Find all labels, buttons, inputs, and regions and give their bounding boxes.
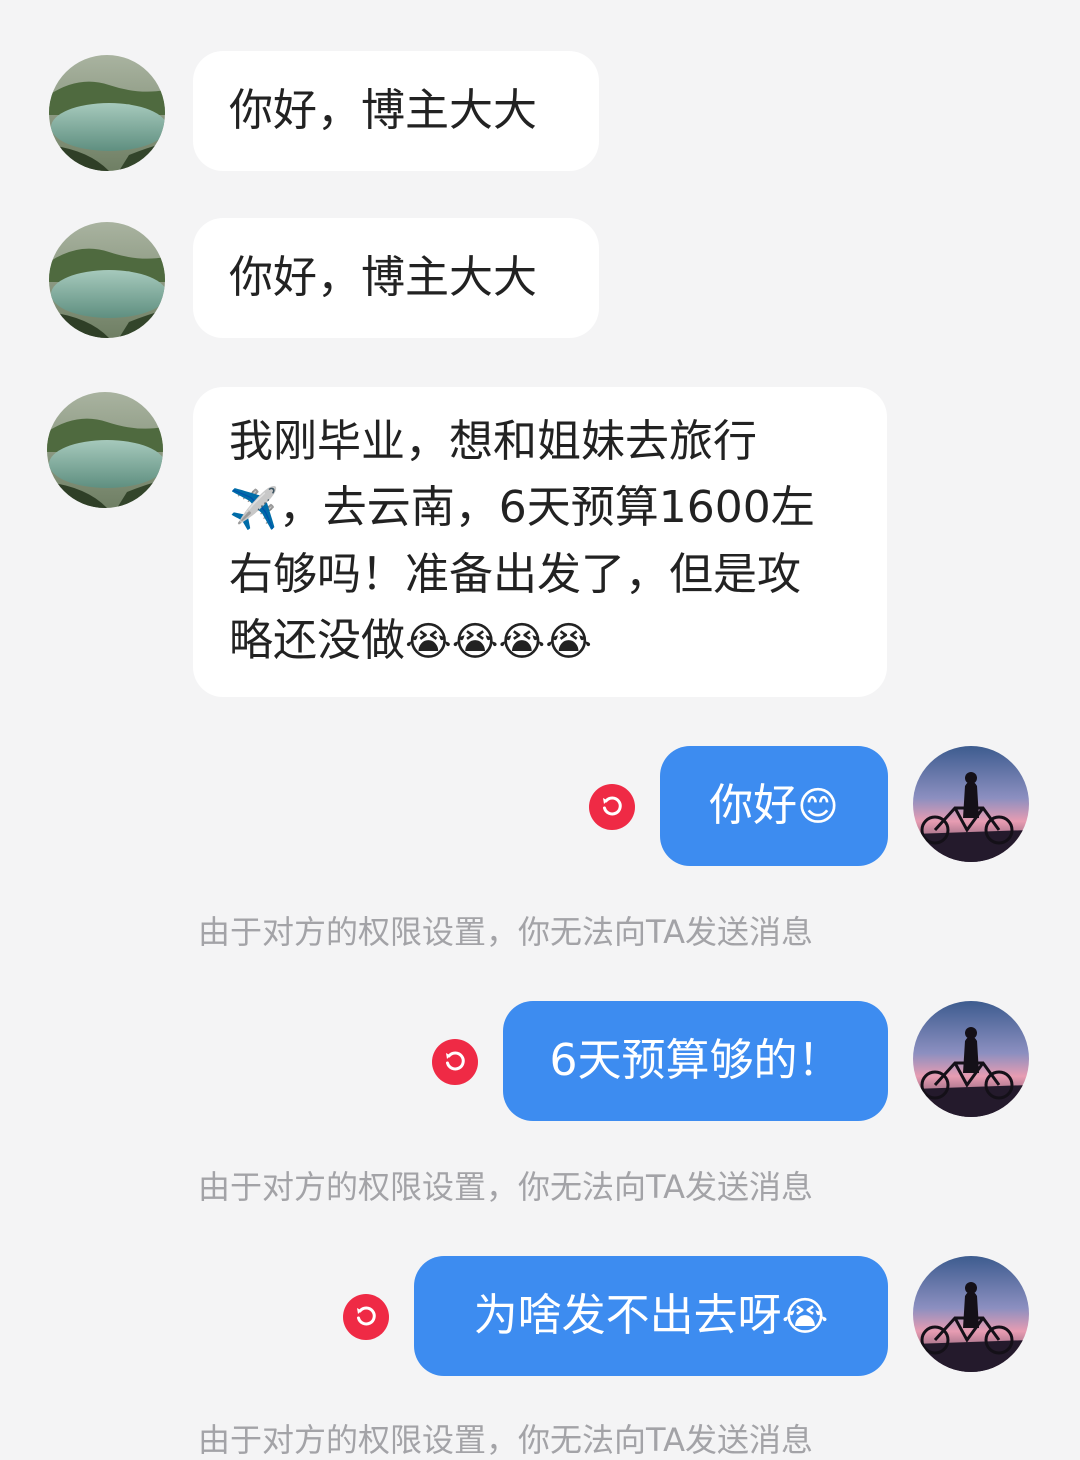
message-text: 你好，博主大大 bbox=[229, 252, 537, 303]
bicycle-sunset-avatar-image bbox=[913, 1256, 1029, 1372]
message-text: 6天预算够的！ bbox=[549, 1035, 842, 1086]
received-message-bubble[interactable]: 你好，博主大大 bbox=[193, 218, 599, 338]
received-message-bubble[interactable]: 我刚毕业，想和姐妹去旅行 ✈️，去云南，6天预算1600左 右够吗！准备出发了，… bbox=[193, 387, 887, 697]
message-line: ✈️，去云南，6天预算1600左 bbox=[229, 482, 815, 533]
smile-emoji: 😊 bbox=[797, 784, 839, 830]
crying-emoji: 😭 bbox=[781, 1294, 829, 1340]
system-notice: 由于对方的权限设置，你无法向TA发送消息 bbox=[198, 1421, 813, 1459]
retry-icon bbox=[357, 1306, 376, 1326]
message-text: 你好 bbox=[709, 780, 798, 831]
retry-icon bbox=[603, 796, 622, 816]
crying-emoji: 😭😭😭😭 bbox=[405, 619, 592, 665]
contact-avatar[interactable] bbox=[49, 222, 165, 338]
resend-button[interactable] bbox=[343, 1294, 389, 1340]
lake-avatar-image bbox=[47, 392, 163, 508]
bicycle-sunset-avatar-image bbox=[913, 1001, 1029, 1117]
lake-avatar-image bbox=[49, 222, 165, 338]
my-avatar[interactable] bbox=[913, 1256, 1029, 1372]
received-message-bubble[interactable]: 你好，博主大大 bbox=[193, 51, 599, 171]
bicycle-sunset-avatar-image bbox=[913, 746, 1029, 862]
my-avatar[interactable] bbox=[913, 746, 1029, 862]
message-text: 你好，博主大大 bbox=[229, 85, 537, 136]
sent-message-bubble[interactable]: 为啥发不出去呀😭 bbox=[414, 1256, 888, 1376]
airplane-emoji: ✈️ bbox=[229, 486, 279, 532]
system-notice: 由于对方的权限设置，你无法向TA发送消息 bbox=[198, 913, 813, 951]
message-line: 略还没做😭😭😭😭 bbox=[229, 615, 592, 666]
my-avatar[interactable] bbox=[913, 1001, 1029, 1117]
resend-button[interactable] bbox=[589, 784, 635, 830]
message-line: 右够吗！准备出发了，但是攻 bbox=[229, 549, 801, 600]
contact-avatar[interactable] bbox=[49, 55, 165, 171]
resend-button[interactable] bbox=[432, 1039, 478, 1085]
message-text: 为啥发不出去呀 bbox=[473, 1290, 782, 1341]
retry-icon bbox=[446, 1051, 465, 1071]
sent-message-bubble[interactable]: 6天预算够的！ bbox=[503, 1001, 888, 1121]
lake-avatar-image bbox=[49, 55, 165, 171]
system-notice: 由于对方的权限设置，你无法向TA发送消息 bbox=[198, 1168, 813, 1206]
message-line: 我刚毕业，想和姐妹去旅行 bbox=[229, 416, 757, 467]
sent-message-bubble[interactable]: 你好😊 bbox=[660, 746, 888, 866]
contact-avatar[interactable] bbox=[47, 392, 163, 508]
